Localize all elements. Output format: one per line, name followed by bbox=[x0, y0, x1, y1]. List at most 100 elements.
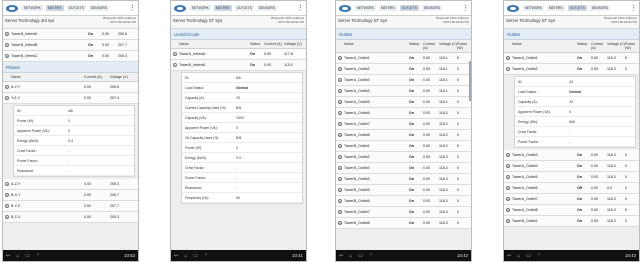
list-item[interactable]: + TowerB_Outlet1 On 0.00 118.3 0 bbox=[504, 216, 639, 227]
recents-icon[interactable]: ▭ bbox=[358, 253, 363, 259]
tab-sensors[interactable]: SENSORS bbox=[421, 5, 442, 11]
overflow-menu-icon[interactable]: ⋮ bbox=[630, 5, 637, 12]
list-item[interactable]: + TowerA_Outlet1 On 0.00 118.3 0 bbox=[504, 53, 639, 64]
list-item[interactable]: + B-Y-Z 0.00 207.7 bbox=[3, 201, 138, 212]
list-item[interactable]: + TowerB_Outlet8 On 0.00 118.3 0 bbox=[336, 218, 471, 229]
list-item[interactable]: + A-Z-Y 0.00 205.3 bbox=[3, 179, 138, 190]
expand-icon[interactable]: + bbox=[338, 56, 342, 60]
home-icon[interactable]: ⌂ bbox=[184, 253, 187, 259]
expand-icon[interactable]: + bbox=[338, 100, 342, 104]
list-item[interactable]: + B-X-Y 0.00 206.7 bbox=[3, 190, 138, 201]
expand-icon[interactable]: + bbox=[338, 133, 342, 137]
expand-icon[interactable]: + bbox=[5, 193, 9, 197]
tab-network[interactable]: NETWORK bbox=[355, 5, 376, 11]
list-item[interactable]: + TowerB_Outlet3 On 0.00 118.3 0 bbox=[336, 163, 471, 174]
home-icon[interactable]: ⌂ bbox=[517, 253, 520, 259]
expand-icon[interactable]: + bbox=[338, 67, 342, 71]
tab-outlets[interactable]: OUTLETS bbox=[399, 5, 419, 11]
list-item[interactable]: + TowerA_Outlet1 On 0.00 118.1 0 bbox=[336, 53, 471, 64]
expand-icon[interactable]: + bbox=[173, 52, 177, 56]
expand-icon[interactable]: + bbox=[338, 78, 342, 82]
list-item[interactable]: + TowerA_InfeedA On 0.00 117.8 bbox=[171, 49, 306, 60]
up-icon[interactable]: ⌃ bbox=[537, 253, 541, 259]
expand-icon[interactable]: + bbox=[338, 210, 342, 214]
tab-sensors[interactable]: SENSORS bbox=[589, 5, 610, 11]
list-item[interactable]: + TowerB_InfeedB On 0.00 207.7 bbox=[3, 40, 138, 51]
list-item[interactable]: + TowerA_Outlet8 On 0.00 118.3 0 bbox=[504, 205, 639, 216]
tab-outlets[interactable]: OUTLETS bbox=[234, 5, 254, 11]
recents-icon[interactable]: ▭ bbox=[25, 253, 30, 259]
expand-icon[interactable]: + bbox=[338, 144, 342, 148]
list-item[interactable]: + TowerA_Outlet6 Off 0.00 0.0 0 bbox=[504, 183, 639, 194]
back-icon[interactable]: ↩ bbox=[174, 253, 178, 259]
tab-meters[interactable]: METERS bbox=[546, 5, 565, 11]
list-item[interactable]: + TowerA_Outlet5 On 0.00 118.3 0 bbox=[504, 172, 639, 183]
list-item[interactable]: + TowerB_Outlet1 On 0.00 118.2 0 bbox=[336, 141, 471, 152]
overflow-menu-icon[interactable]: ⋮ bbox=[462, 5, 469, 12]
list-item[interactable]: + TowerA_Outlet4 On 0.00 118.1 0 bbox=[336, 86, 471, 97]
list-item[interactable]: + TowerB_InfeedC On 0.00 205.3 bbox=[3, 51, 138, 62]
expand-icon[interactable]: + bbox=[506, 197, 510, 201]
up-icon[interactable]: ⌃ bbox=[36, 253, 40, 259]
expand-icon[interactable]: + bbox=[5, 43, 9, 47]
tab-network[interactable]: NETWORK bbox=[190, 5, 211, 11]
expand-icon[interactable]: + bbox=[338, 166, 342, 170]
tab-meters[interactable]: METERS bbox=[213, 5, 232, 11]
tab-meters[interactable]: METERS bbox=[378, 5, 397, 11]
expand-icon[interactable]: + bbox=[506, 175, 510, 179]
back-icon[interactable]: ↩ bbox=[507, 253, 511, 259]
tab-network[interactable]: NETWORK bbox=[523, 5, 544, 11]
expand-icon[interactable]: + bbox=[338, 177, 342, 181]
list-item[interactable]: + TowerA_Outlet7 On 0.00 118.3 0 bbox=[504, 194, 639, 205]
expand-icon[interactable]: + bbox=[338, 111, 342, 115]
tab-outlets[interactable]: OUTLETS bbox=[66, 5, 86, 11]
expand-icon[interactable]: + bbox=[5, 204, 9, 208]
expand-icon[interactable]: + bbox=[5, 32, 9, 36]
expand-icon[interactable]: + bbox=[338, 89, 342, 93]
list-item[interactable]: + TowerA_Outlet8 On 0.00 118.2 0 bbox=[336, 130, 471, 141]
list-item[interactable]: + TowerA_Outlet3 On 0.00 118.1 0 bbox=[336, 75, 471, 86]
tab-meters[interactable]: METERS bbox=[45, 5, 64, 11]
expand-icon[interactable]: + bbox=[506, 153, 510, 157]
up-icon[interactable]: ⌃ bbox=[369, 253, 373, 259]
list-item[interactable]: + TowerA_Outlet6 On 0.00 118.2 0 bbox=[336, 108, 471, 119]
tab-outlets[interactable]: OUTLETS bbox=[567, 5, 587, 11]
back-icon[interactable]: ↩ bbox=[339, 253, 343, 259]
collapse-icon[interactable]: − bbox=[506, 67, 510, 71]
expand-icon[interactable]: + bbox=[506, 219, 510, 223]
list-item[interactable]: − Y-Z-Y 0.00 207.4 bbox=[3, 93, 138, 104]
list-item[interactable]: + TowerB_InfeedA On 0.00 205.6 bbox=[3, 29, 138, 40]
collapse-icon[interactable]: − bbox=[5, 96, 9, 100]
expand-icon[interactable]: + bbox=[506, 56, 510, 60]
tab-network[interactable]: NETWORK bbox=[22, 5, 43, 11]
expand-icon[interactable]: + bbox=[5, 182, 9, 186]
list-item[interactable]: + TowerA_Outlet7 On 0.00 118.2 0 bbox=[336, 119, 471, 130]
expand-icon[interactable]: + bbox=[5, 54, 9, 58]
expand-icon[interactable]: + bbox=[506, 208, 510, 212]
home-icon[interactable]: ⌂ bbox=[16, 253, 19, 259]
list-item[interactable]: + TowerA_Outlet3 On 0.00 118.3 0 bbox=[504, 150, 639, 161]
list-item[interactable]: + TowerB_Outlet5 On 0.00 118.3 0 bbox=[336, 185, 471, 196]
list-item[interactable]: + TowerA_Outlet4 On 0.00 118.3 0 bbox=[504, 161, 639, 172]
overflow-menu-icon[interactable]: ⋮ bbox=[129, 5, 136, 12]
list-item[interactable]: + A-Y-Y 0.00 205.6 bbox=[3, 82, 138, 93]
up-icon[interactable]: ⌃ bbox=[204, 253, 208, 259]
tab-sensors[interactable]: SENSORS bbox=[256, 5, 277, 11]
overflow-menu-icon[interactable]: ⋮ bbox=[297, 5, 304, 12]
home-icon[interactable]: ⌂ bbox=[349, 253, 352, 259]
list-item[interactable]: + TowerB_Outlet6 On 0.00 118.3 0 bbox=[336, 196, 471, 207]
expand-icon[interactable]: + bbox=[338, 122, 342, 126]
expand-icon[interactable]: + bbox=[506, 186, 510, 190]
expand-icon[interactable]: + bbox=[338, 188, 342, 192]
back-icon[interactable]: ↩ bbox=[6, 253, 10, 259]
expand-icon[interactable]: + bbox=[338, 199, 342, 203]
list-item[interactable]: − TowerA_Outlet2 On 0.00 118.3 0 bbox=[504, 64, 639, 75]
list-item[interactable]: + TowerA_Outlet5 On 0.00 118.1 0 bbox=[336, 97, 471, 108]
expand-icon[interactable]: + bbox=[506, 164, 510, 168]
collapse-icon[interactable]: − bbox=[173, 63, 177, 67]
list-item[interactable]: + TowerA_Outlet2 On 0.00 118.1 0 bbox=[336, 64, 471, 75]
expand-icon[interactable]: + bbox=[5, 85, 9, 89]
recents-icon[interactable]: ▭ bbox=[526, 253, 531, 259]
expand-icon[interactable]: + bbox=[338, 221, 342, 225]
list-item[interactable]: + B-Z-X 0.00 205.3 bbox=[3, 212, 138, 223]
